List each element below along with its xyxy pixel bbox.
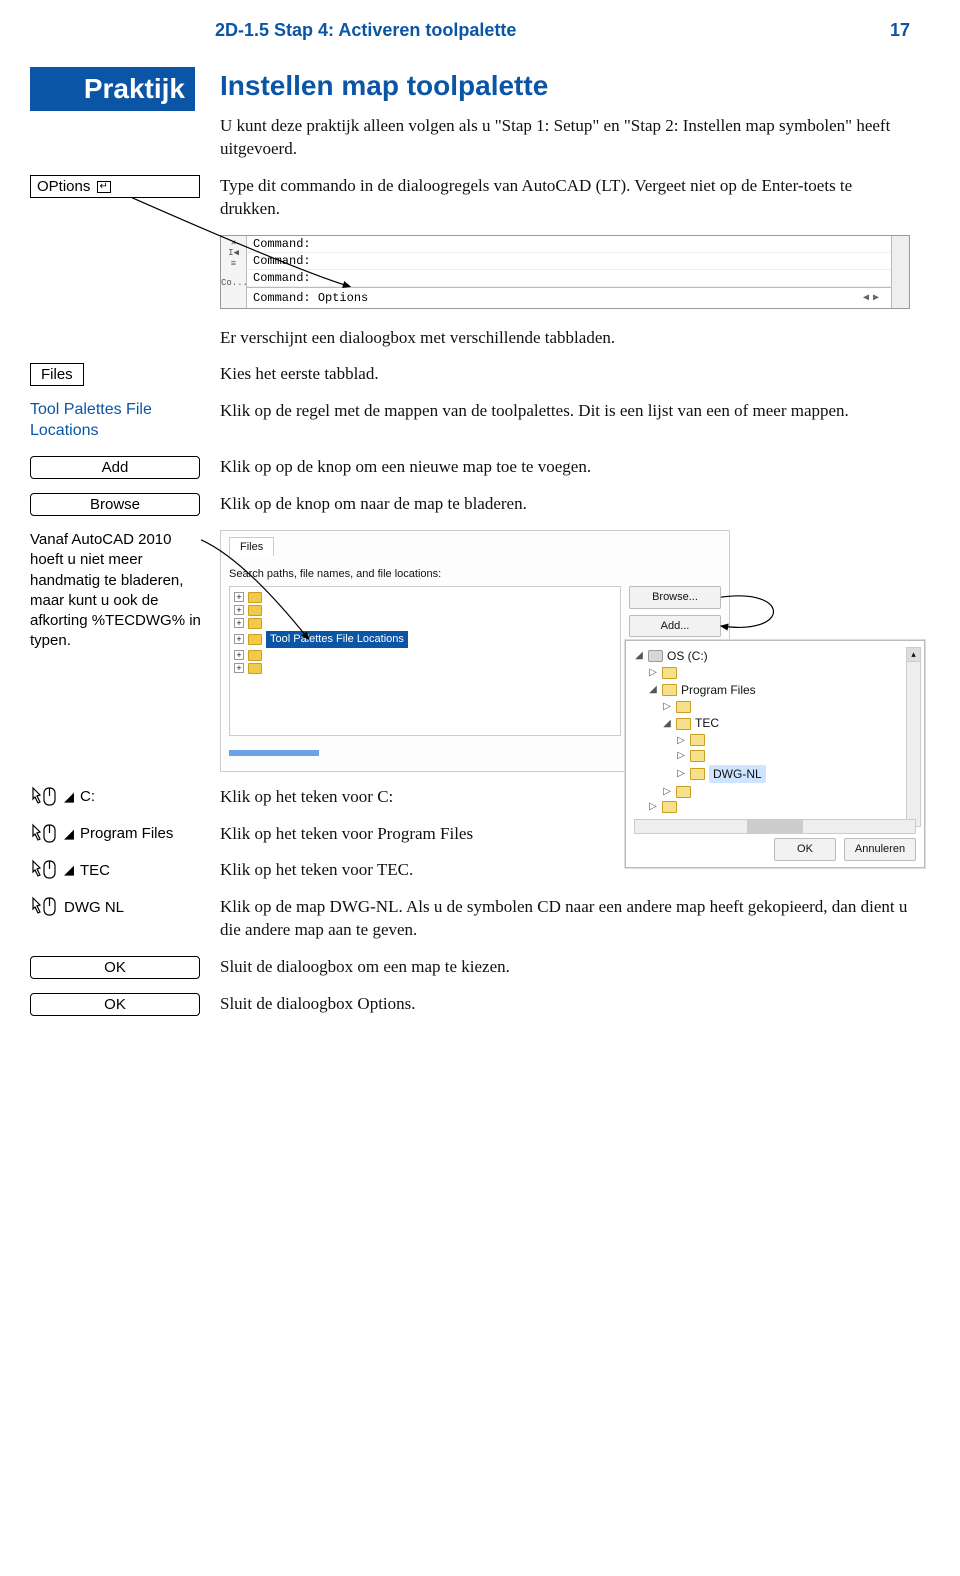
tec-label: TEC — [80, 862, 110, 879]
folder-icon — [676, 701, 691, 713]
mouse-icon — [30, 823, 58, 845]
cmd-line: Command: — [247, 270, 891, 287]
browse-folder-dialog: ◢OS (C:) ▷ ◢Program Files ▷ ◢TEC ▷ ▷ ▷DW… — [625, 640, 925, 868]
folder-icon — [248, 650, 262, 661]
mouse-icon — [30, 786, 58, 808]
folder-icon — [248, 592, 262, 603]
folder-icon — [662, 667, 677, 679]
ok-button[interactable]: OK — [30, 993, 200, 1016]
tpf-locations-label[interactable]: Tool Palettes File Locations — [30, 400, 208, 442]
enter-key-icon: ↵ — [97, 181, 111, 193]
page-number: 17 — [890, 20, 910, 41]
folder-icon — [676, 718, 691, 730]
ok-button[interactable]: OK — [30, 956, 200, 979]
cmd-sidebar: ✕I◀≡ Co... — [221, 236, 247, 308]
triangle-icon: ◢ — [64, 789, 74, 805]
disk-icon — [648, 650, 663, 662]
options-command-box[interactable]: OPtions ↵ — [30, 175, 200, 198]
ok2-body: Sluit de dialoogbox Options. — [220, 993, 910, 1016]
files-active-tab[interactable]: Files — [229, 537, 274, 557]
files-tab-body: Kies het eerste tabblad. — [220, 363, 910, 386]
intro-text: U kunt deze praktijk alleen volgen als u… — [220, 115, 910, 161]
folder-icon — [676, 786, 691, 798]
browse-button[interactable]: Browse — [30, 493, 200, 516]
dwg-label: DWG NL — [64, 899, 124, 916]
files-tab-box[interactable]: Files — [30, 363, 84, 386]
c-label: C: — [80, 788, 95, 805]
tpf-body: Klik op de regel met de mappen van de to… — [220, 400, 910, 423]
ok1-body: Sluit de dialoogbox om een map te kiezen… — [220, 956, 910, 979]
dwg-body: Klik op de map DWG-NL. Als u de symbolen… — [220, 896, 910, 942]
folder-icon — [248, 634, 262, 645]
folder-icon — [248, 618, 262, 629]
bd-dwgnl[interactable]: DWG-NL — [709, 765, 766, 783]
cmd-line: Command: — [247, 253, 891, 270]
page-header: 2D-1.5 Stap 4: Activeren toolpalette 17 — [215, 20, 910, 41]
triangle-icon: ◢ — [64, 862, 74, 878]
mouse-icon — [30, 859, 58, 881]
scroll-right-icon[interactable]: ▶ — [873, 292, 879, 304]
panel-add-button[interactable]: Add... — [629, 615, 721, 638]
dialog-intro: Er verschijnt een dialoogbox met verschi… — [220, 327, 910, 350]
add-body: Klik op op de knop om een nieuwe map toe… — [220, 456, 910, 479]
folder-icon — [662, 684, 677, 696]
cmd-scrollbar[interactable] — [891, 236, 909, 308]
browse-body: Klik op de knop om naar de map te blader… — [220, 493, 910, 516]
folder-icon — [690, 734, 705, 746]
progress-bar — [229, 750, 319, 756]
search-label: Search paths, file names, and file locat… — [229, 567, 721, 582]
cmd-line: Command: — [247, 236, 891, 253]
cmd-input[interactable]: Command: Options — [253, 291, 863, 305]
triangle-icon: ◢ — [64, 826, 74, 842]
header-title: 2D-1.5 Stap 4: Activeren toolpalette — [215, 20, 516, 40]
selected-tree-node[interactable]: Tool Palettes File Locations — [266, 631, 408, 648]
panel-browse-button[interactable]: Browse... — [629, 586, 721, 609]
folder-icon — [690, 768, 705, 780]
praktijk-label: Praktijk — [30, 67, 195, 111]
bd-root[interactable]: OS (C:) — [667, 648, 708, 664]
section-title: Instellen map toolpalette — [220, 67, 910, 105]
files-tree[interactable]: + + + + Tool Palettes File Locations + + — [229, 586, 621, 736]
dialog-vscrollbar[interactable]: ▴ — [906, 647, 921, 827]
bd-tec[interactable]: TEC — [695, 715, 719, 731]
bd-pf[interactable]: Program Files — [681, 682, 756, 698]
add-button[interactable]: Add — [30, 456, 200, 479]
folder-icon — [248, 605, 262, 616]
autocad-command-panel: ✕I◀≡ Co... Command: Command: Command: Co… — [220, 235, 910, 309]
dialog-cancel-button[interactable]: Annuleren — [844, 838, 916, 861]
dialog-hscrollbar[interactable] — [634, 819, 916, 834]
scroll-left-icon[interactable]: ◀ — [863, 292, 869, 304]
pf-label: Program Files — [80, 825, 173, 842]
handwritten-note: Vanaf AutoCAD 2010 hoeft u niet meer han… — [30, 530, 220, 652]
folder-icon — [662, 801, 677, 813]
folder-icon — [248, 663, 262, 674]
dialog-ok-button[interactable]: OK — [774, 838, 836, 861]
options-body: Type dit commando in de dialoogregels va… — [220, 175, 910, 221]
folder-icon — [690, 750, 705, 762]
mouse-icon — [30, 896, 58, 918]
options-command-text: OPtions — [37, 178, 90, 195]
